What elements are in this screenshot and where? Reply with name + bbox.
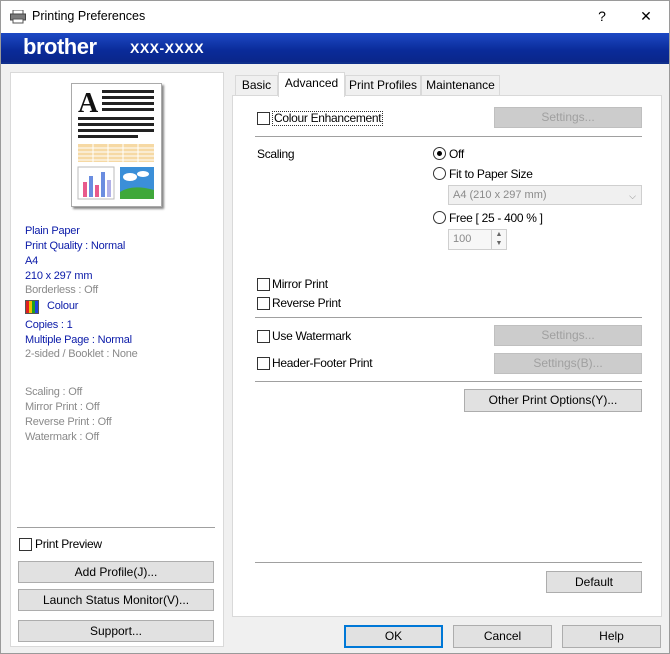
mirror-print-checkbox[interactable]	[257, 278, 270, 291]
other-print-options-button[interactable]: Other Print Options(Y)...	[464, 389, 642, 412]
summary-mirror: Mirror Print : Off	[25, 401, 100, 413]
free-scaling-label: Free [ 25 - 400 % ]	[449, 211, 543, 225]
summary-two-sided: 2-sided / Booklet : None	[25, 348, 138, 360]
header-footer-settings-button[interactable]: Settings(B)...	[494, 353, 642, 374]
window-title: Printing Preferences	[32, 9, 146, 23]
brand-banner: brother XXX-XXXX	[1, 33, 669, 64]
close-icon[interactable]: ✕	[623, 1, 669, 33]
paper-size-value: A4 (210 x 297 mm)	[453, 189, 547, 201]
tab-advanced[interactable]: Advanced	[278, 72, 345, 97]
reverse-print-checkbox[interactable]	[257, 297, 270, 310]
summary-copies: Copies : 1	[25, 319, 73, 331]
printer-icon	[10, 10, 26, 24]
fit-to-paper-label: Fit to Paper Size	[449, 167, 533, 181]
help-icon[interactable]: ?	[579, 1, 625, 33]
summary-borderless: Borderless : Off	[25, 284, 99, 296]
free-scaling-value: 100	[453, 233, 472, 245]
printer-model: XXX-XXXX	[130, 40, 205, 56]
support-button[interactable]: Support...	[18, 620, 214, 642]
divider	[255, 317, 642, 318]
summary-reverse: Reverse Print : Off	[25, 416, 112, 428]
add-profile-button[interactable]: Add Profile(J)...	[18, 561, 214, 583]
summary-quality: Print Quality : Normal	[25, 240, 126, 252]
page-preview: A	[71, 83, 162, 207]
help-button[interactable]: Help	[562, 625, 661, 648]
brother-logo: brother	[23, 34, 97, 59]
tab-basic[interactable]: Basic	[235, 75, 278, 95]
summary-colour: Colour	[47, 300, 79, 312]
divider	[255, 381, 642, 382]
summary-dimensions: 210 x 297 mm	[25, 270, 93, 282]
colour-enhancement-label: Colour Enhancement	[272, 111, 384, 126]
divider	[255, 562, 642, 563]
summary-watermark: Watermark : Off	[25, 431, 100, 443]
scaling-off-radio[interactable]	[433, 147, 446, 160]
default-button[interactable]: Default	[546, 571, 642, 593]
summary-media: Plain Paper	[25, 225, 80, 237]
summary-scaling: Scaling : Off	[25, 386, 83, 398]
fit-to-paper-radio[interactable]	[433, 167, 446, 180]
free-scaling-radio[interactable]	[433, 211, 446, 224]
colour-enhancement-settings-button[interactable]: Settings...	[494, 107, 642, 128]
divider	[255, 136, 642, 137]
free-scaling-stepper[interactable]: 100 ▲ ▼	[448, 229, 507, 250]
svg-text:A: A	[78, 88, 99, 119]
use-watermark-label: Use Watermark	[272, 329, 351, 343]
print-preview-checkbox[interactable]	[19, 538, 32, 551]
divider	[17, 527, 215, 528]
use-watermark-checkbox[interactable]	[257, 330, 270, 343]
advanced-tab-panel: Colour Enhancement Settings... Scaling O…	[232, 95, 662, 617]
scaling-label: Scaling	[257, 147, 295, 161]
scaling-off-label: Off	[449, 147, 464, 161]
summary-multiple-page: Multiple Page : Normal	[25, 334, 132, 346]
header-footer-checkbox[interactable]	[257, 357, 270, 370]
header-footer-label: Header-Footer Print	[272, 356, 373, 370]
colour-icon	[25, 300, 39, 314]
reverse-print-label: Reverse Print	[272, 296, 341, 310]
cancel-button[interactable]: Cancel	[453, 625, 552, 648]
title-bar: Printing Preferences ? ✕	[1, 1, 669, 33]
tab-maintenance[interactable]: Maintenance	[421, 75, 500, 95]
document-preview-icon: A	[77, 88, 154, 200]
chevron-down-icon: ⌵	[629, 191, 636, 201]
launch-status-monitor-button[interactable]: Launch Status Monitor(V)...	[18, 589, 214, 611]
ok-button[interactable]: OK	[344, 625, 443, 648]
print-preview-label: Print Preview	[35, 537, 102, 551]
tab-print-profiles[interactable]: Print Profiles	[345, 75, 421, 95]
mirror-print-label: Mirror Print	[272, 277, 328, 291]
paper-size-select[interactable]: A4 (210 x 297 mm) ⌵	[448, 185, 642, 205]
stepper-arrows-icon[interactable]: ▲ ▼	[491, 230, 506, 249]
printing-preferences-window: Printing Preferences ? ✕ brother XXX-XXX…	[0, 0, 670, 654]
colour-enhancement-checkbox[interactable]	[257, 112, 270, 125]
summary-size: A4	[25, 255, 39, 267]
watermark-settings-button[interactable]: Settings...	[494, 325, 642, 346]
